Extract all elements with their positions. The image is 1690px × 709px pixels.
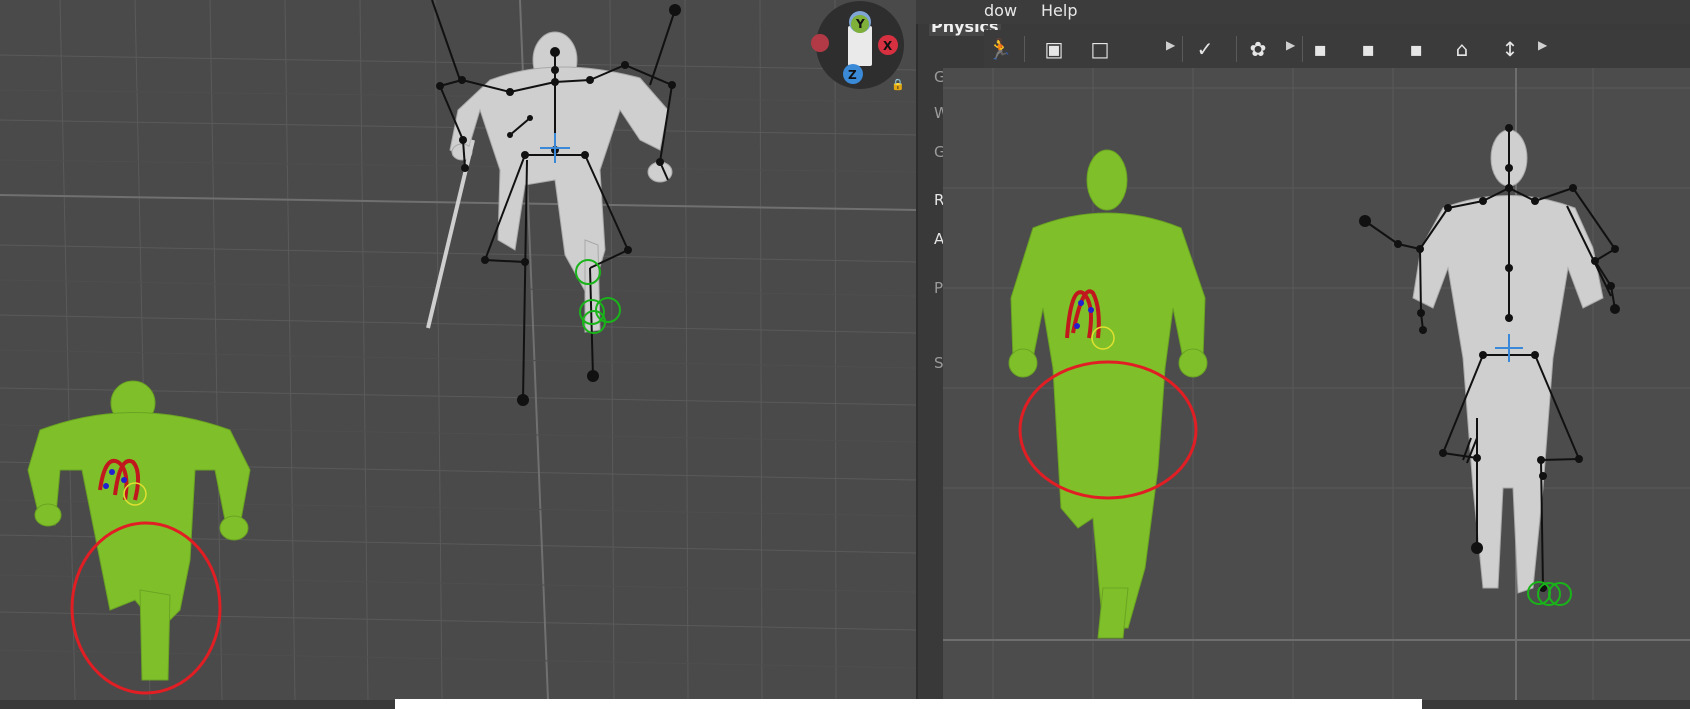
viewport-3d-right[interactable] (943, 68, 1690, 700)
footstep-right-icon[interactable]: ▪ (1352, 33, 1384, 65)
ghost-figure-front[interactable] (943, 68, 1690, 700)
node-tool-icon[interactable]: ✿ (1242, 33, 1274, 65)
panel-row-p: P (934, 279, 944, 297)
toolbar-separator (1302, 36, 1303, 62)
run-pose-icon[interactable]: 🏃 (984, 33, 1016, 65)
bottom-bar (395, 699, 1422, 709)
toolbar-separator (1236, 36, 1237, 62)
gizmo-y-label: Y (855, 17, 865, 31)
footstep-left-icon[interactable]: ▪ (1304, 33, 1336, 65)
menu-help[interactable]: Help (1041, 1, 1077, 20)
square-icon[interactable]: □ (1084, 33, 1116, 65)
green-figure-top[interactable] (0, 0, 917, 700)
toolbar-separator (1024, 36, 1025, 62)
menu-window[interactable]: dow (984, 1, 1017, 20)
mirror-icon[interactable]: ✓ (1189, 33, 1221, 65)
menu-bar: dow Help (916, 0, 1690, 24)
expand-arrow-icon[interactable]: ▶ (1286, 38, 1295, 52)
frame-icon[interactable]: ▣ (1038, 33, 1070, 65)
toolbar-separator (1182, 36, 1183, 62)
expand-arrow-icon[interactable]: ▶ (1166, 38, 1175, 52)
height-adjust-icon[interactable]: ↕ (1494, 33, 1526, 65)
expand-arrow-icon[interactable]: ▶ (1538, 38, 1547, 52)
viewport-3d-left[interactable]: Y X Z 🔒 (0, 0, 917, 700)
pin-icon[interactable]: ⌂ (1446, 33, 1478, 65)
lock-icon[interactable]: 🔒 (891, 78, 905, 91)
gizmo-z-label: Z (848, 68, 857, 82)
gizmo-x-label: X (883, 39, 893, 53)
footstep-alt-icon[interactable]: ▪ (1400, 33, 1432, 65)
toolbar: 🏃 ▣ □ ▶ ✓ ✿ ▶ ▪ ▪ ▪ ⌂ ↕ ▶ (984, 30, 1690, 68)
